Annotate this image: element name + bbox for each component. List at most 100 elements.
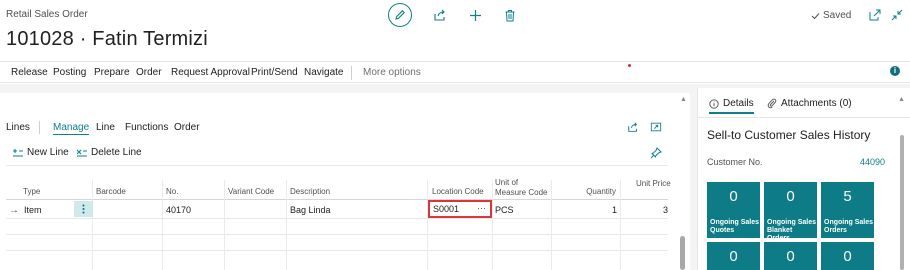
- column-divider: [551, 180, 552, 270]
- tile-ongoing-sales-quotes[interactable]: 0 Ongoing Sales Quotes: [707, 182, 760, 238]
- tile[interactable]: 0: [821, 242, 874, 270]
- cell-unit-of-measure[interactable]: PCS: [495, 205, 514, 215]
- share-icon: [434, 9, 445, 21]
- column-header-no[interactable]: No.: [166, 187, 178, 197]
- action-print-send[interactable]: Print/Send: [251, 67, 298, 78]
- factbox-scroll-up-icon[interactable]: ▲: [898, 96, 905, 103]
- grid-line: [6, 165, 668, 166]
- column-divider: [620, 180, 621, 270]
- notification-dot: [628, 64, 631, 67]
- tile-ongoing-sales-blanket-orders[interactable]: 0 Ongoing Sales Blanket Orders: [764, 182, 817, 242]
- info-icon[interactable]: i: [890, 66, 900, 76]
- location-code-value: S0001: [433, 204, 460, 214]
- top-actions: [388, 3, 518, 27]
- share-button[interactable]: [432, 7, 448, 23]
- collapse-icon[interactable]: [890, 8, 904, 22]
- tab-functions[interactable]: Functions: [125, 122, 168, 133]
- delete-line-icon: [76, 149, 87, 157]
- tab-manage[interactable]: Manage: [53, 122, 90, 135]
- plus-icon: [469, 9, 481, 21]
- action-bar: Release Posting Prepare Order Request Ap…: [0, 61, 910, 83]
- checkmark-icon: [811, 12, 820, 19]
- delete-line-button[interactable]: Delete Line: [76, 147, 142, 158]
- breadcrumb: Retail Sales Order: [6, 9, 88, 20]
- saved-status: Saved: [811, 10, 851, 21]
- tab-line[interactable]: Line: [96, 122, 115, 133]
- tab-details[interactable]: Details: [709, 98, 754, 114]
- factbox-title: Sell-to Customer Sales History: [707, 128, 871, 142]
- grid-line: [6, 234, 668, 235]
- cell-location-code[interactable]: S0001 ···: [428, 200, 492, 218]
- column-header-barcode[interactable]: Barcode: [96, 187, 126, 197]
- column-divider: [162, 180, 163, 270]
- row-actions-button[interactable]: [74, 201, 93, 217]
- lookup-ellipsis-icon[interactable]: ···: [477, 203, 486, 213]
- lines-panel: [0, 93, 690, 270]
- column-header-uom-line1: Unit of: [495, 178, 519, 187]
- lines-expand-icon[interactable]: [650, 121, 662, 133]
- action-navigate[interactable]: Navigate: [304, 67, 343, 78]
- column-divider: [224, 180, 225, 270]
- paperclip-icon: [767, 98, 777, 109]
- action-request-approval[interactable]: Request Approval: [171, 67, 250, 78]
- factbox-tabs-divider: [697, 117, 910, 118]
- new-line-label: New Line: [27, 147, 69, 158]
- column-header-location-code[interactable]: Location Code: [432, 187, 484, 197]
- page-title: 101028 · Fatin Termizi: [6, 28, 208, 50]
- customer-no-label: Customer No.: [707, 157, 763, 167]
- tile-value: 0: [843, 248, 852, 265]
- edit-button[interactable]: [388, 3, 412, 27]
- scroll-up-arrow-icon[interactable]: ▲: [680, 96, 687, 103]
- pin-icon[interactable]: [650, 147, 662, 159]
- action-prepare[interactable]: Prepare: [94, 67, 130, 78]
- cell-unit-price[interactable]: 3: [623, 205, 668, 215]
- delete-button[interactable]: [502, 7, 518, 23]
- column-header-quantity[interactable]: Quantity: [570, 187, 616, 197]
- column-header-uom-line2: Measure Code: [495, 188, 548, 197]
- column-header-type[interactable]: Type: [23, 187, 40, 197]
- cell-quantity[interactable]: 1: [570, 205, 617, 215]
- column-header-unit-of-measure[interactable]: Unit of Measure Code: [495, 178, 547, 198]
- grid-line: [6, 199, 668, 200]
- trash-icon: [505, 9, 515, 21]
- tile-value: 0: [786, 248, 795, 265]
- pencil-icon: [395, 10, 405, 20]
- cell-description[interactable]: Bag Linda: [290, 205, 331, 215]
- customer-no-value[interactable]: 44090: [860, 157, 885, 167]
- row-indicator-arrow-icon: →: [9, 205, 19, 216]
- cell-no[interactable]: 40170: [166, 205, 191, 215]
- tab-details-label: Details: [723, 98, 754, 109]
- more-options-button[interactable]: More options: [363, 67, 421, 78]
- tile[interactable]: 0: [764, 242, 817, 270]
- new-line-button[interactable]: New Line: [12, 147, 69, 158]
- saved-label: Saved: [823, 10, 852, 21]
- grid-line: [6, 250, 668, 251]
- new-button[interactable]: [467, 7, 483, 23]
- action-release[interactable]: Release: [11, 67, 48, 78]
- cell-type[interactable]: Item: [24, 205, 42, 215]
- column-header-description[interactable]: Description: [290, 187, 330, 197]
- tile-label: Ongoing Sales Orders: [824, 219, 874, 234]
- action-posting[interactable]: Posting: [53, 67, 86, 78]
- tab-attachments[interactable]: Attachments (0): [767, 98, 852, 109]
- info-circle-icon: [709, 98, 719, 109]
- vertical-ellipsis-icon: [82, 204, 85, 214]
- lines-scrollbar[interactable]: [680, 236, 685, 270]
- factbox-scrollbar[interactable]: [900, 135, 904, 270]
- tile[interactable]: 0: [707, 242, 760, 270]
- column-header-variant-code[interactable]: Variant Code: [228, 187, 274, 197]
- lines-divider: [39, 121, 40, 134]
- lines-share-icon[interactable]: [627, 121, 639, 133]
- tile-ongoing-sales-orders[interactable]: 5 Ongoing Sales Orders: [821, 182, 874, 238]
- column-divider: [286, 180, 287, 270]
- action-order[interactable]: Order: [136, 67, 162, 78]
- tab-attachments-label: Attachments (0): [781, 98, 852, 109]
- tile-value: 0: [729, 188, 738, 205]
- tile-value: 0: [729, 248, 738, 265]
- grid-line: [6, 218, 668, 219]
- open-new-window-icon[interactable]: [868, 8, 882, 22]
- column-header-unit-price[interactable]: Unit Price: [636, 179, 671, 189]
- tile-label: Ongoing Sales Blanket Orders: [767, 219, 817, 242]
- tab-order[interactable]: Order: [174, 122, 200, 133]
- tile-value: 5: [843, 188, 852, 205]
